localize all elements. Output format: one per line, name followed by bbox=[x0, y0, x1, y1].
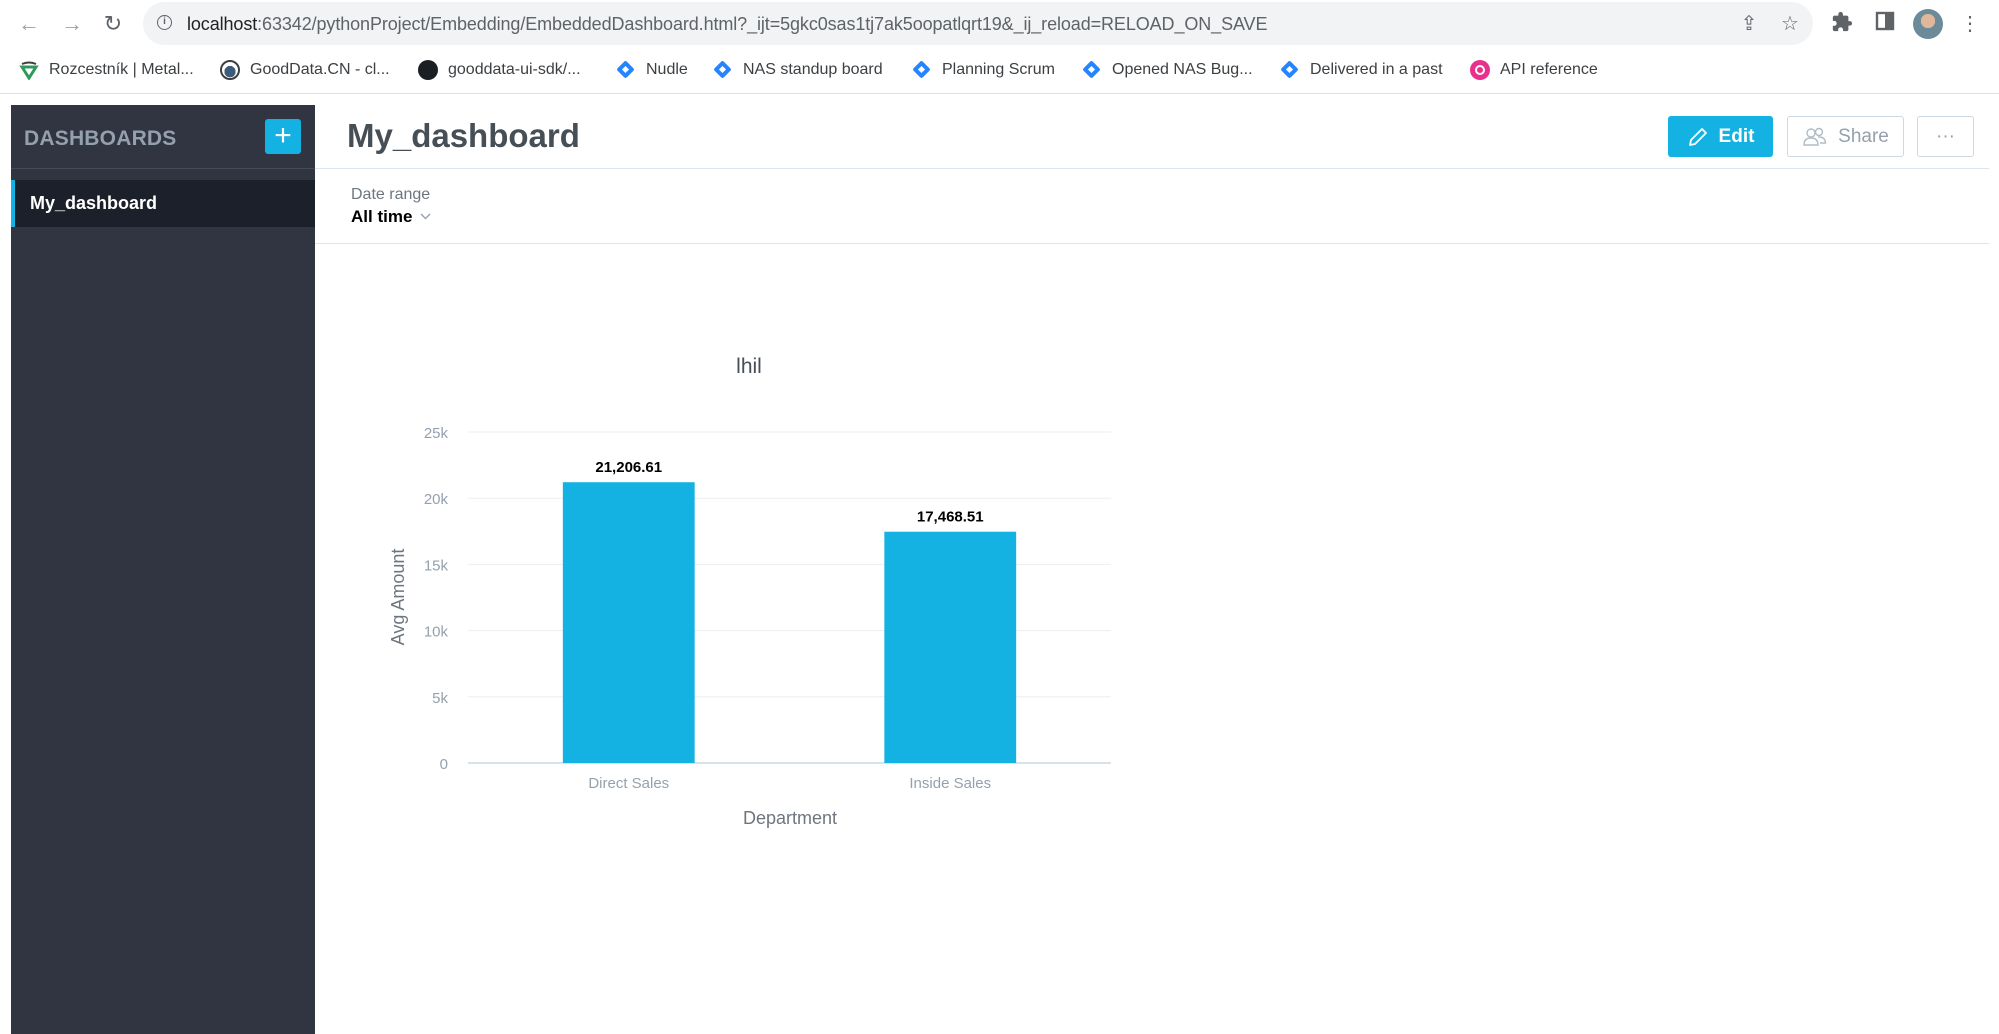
bookmark-item[interactable]: Delivered in a past bbox=[1280, 59, 1443, 81]
y-axis-ticks: 0 5k 10k 15k 20k 25k bbox=[424, 425, 449, 773]
browser-toolbar: ← → ↻ i localhost:63342/pythonProject/Em… bbox=[0, 0, 1999, 48]
forward-arrow-icon[interactable]: → bbox=[58, 10, 86, 38]
share-page-icon[interactable]: ⇪ bbox=[1737, 12, 1761, 36]
dashboard-title: My_dashboard bbox=[347, 117, 580, 155]
bookmark-item[interactable]: API reference bbox=[1470, 59, 1598, 81]
bookmark-label: Opened NAS Bug... bbox=[1112, 61, 1253, 79]
bookmark-label: GoodData.CN - cl... bbox=[250, 61, 390, 79]
y-tick-label: 0 bbox=[440, 756, 448, 773]
date-range-dropdown[interactable]: All time bbox=[351, 207, 431, 227]
bar-inside-sales bbox=[884, 532, 1016, 763]
more-options-button[interactable]: ··· bbox=[1917, 116, 1974, 157]
url-host: localhost bbox=[187, 14, 257, 34]
bookmark-item[interactable]: Rozcestník | Metal... bbox=[19, 59, 194, 81]
y-tick-label: 15k bbox=[424, 557, 449, 574]
add-dashboard-button[interactable]: + bbox=[265, 119, 301, 154]
x-axis-title: Department bbox=[743, 808, 837, 828]
y-tick-label: 5k bbox=[432, 690, 448, 707]
bookmark-item[interactable]: NAS standup board bbox=[713, 59, 883, 81]
y-tick-label: 25k bbox=[424, 425, 449, 442]
back-arrow-icon[interactable]: ← bbox=[15, 10, 43, 38]
y-axis-title: Avg Amount bbox=[388, 549, 408, 646]
profile-avatar[interactable] bbox=[1913, 9, 1943, 39]
jira-icon bbox=[1280, 60, 1300, 80]
bookmark-item[interactable]: Opened NAS Bug... bbox=[1082, 59, 1253, 81]
jira-icon bbox=[1082, 60, 1102, 80]
bookmark-item[interactable]: Planning Scrum bbox=[912, 59, 1055, 81]
x-tick-label: Direct Sales bbox=[588, 775, 669, 792]
bookmark-item[interactable]: GoodData.CN - cl... bbox=[220, 59, 390, 81]
y-tick-label: 10k bbox=[424, 624, 449, 641]
edit-button[interactable]: Edit bbox=[1668, 116, 1773, 157]
data-label: 17,468.51 bbox=[917, 509, 984, 526]
bar-direct-sales bbox=[563, 482, 695, 763]
chevron-down-icon bbox=[420, 211, 431, 223]
jira-icon bbox=[713, 60, 733, 80]
header-divider bbox=[315, 168, 1989, 169]
github-icon bbox=[418, 60, 438, 80]
url-path: :63342/pythonProject/Embedding/EmbeddedD… bbox=[257, 14, 1267, 34]
pencil-icon bbox=[1687, 126, 1709, 148]
bar-chart: lhil 05k10k15k20k25k 21,206.6117,468.51 … bbox=[315, 244, 1999, 1034]
x-axis-ticks: Direct Sales Inside Sales bbox=[588, 775, 991, 792]
chart-title: lhil bbox=[736, 355, 762, 378]
api-reference-icon bbox=[1470, 60, 1490, 80]
y-tick-label: 20k bbox=[424, 491, 449, 508]
bookmark-label: NAS standup board bbox=[743, 61, 883, 79]
x-tick-label: Inside Sales bbox=[909, 775, 991, 792]
browser-menu-icon[interactable]: ⋮ bbox=[1957, 11, 1983, 37]
bookmark-label: Rozcestník | Metal... bbox=[49, 61, 194, 79]
bookmarks-bar: Rozcestník | Metal... GoodData.CN - cl..… bbox=[0, 48, 1999, 94]
side-panel-icon[interactable] bbox=[1872, 11, 1898, 37]
site-info-icon[interactable]: i bbox=[157, 15, 172, 30]
reload-icon[interactable]: ↻ bbox=[99, 10, 127, 38]
date-range-label: Date range bbox=[351, 186, 430, 204]
users-icon bbox=[1802, 127, 1828, 147]
share-label: Share bbox=[1838, 126, 1889, 148]
bookmark-label: API reference bbox=[1500, 61, 1598, 79]
vee-shield-icon bbox=[19, 60, 39, 80]
sidebar-item-label: My_dashboard bbox=[30, 193, 157, 214]
jira-icon bbox=[616, 60, 636, 80]
selected-indicator bbox=[11, 180, 15, 227]
url-text[interactable]: localhost:63342/pythonProject/Embedding/… bbox=[187, 14, 1267, 35]
bookmark-star-icon[interactable]: ☆ bbox=[1778, 12, 1802, 36]
dashboards-sidebar: DASHBOARDS + My_dashboard bbox=[11, 105, 315, 1034]
bookmark-item[interactable]: gooddata-ui-sdk/... bbox=[418, 59, 581, 81]
date-range-value: All time bbox=[351, 207, 412, 227]
extensions-puzzle-icon[interactable] bbox=[1829, 11, 1855, 37]
sidebar-divider bbox=[11, 168, 315, 169]
edit-label: Edit bbox=[1719, 126, 1755, 148]
data-label: 21,206.61 bbox=[595, 459, 662, 476]
sidebar-title: DASHBOARDS bbox=[24, 127, 177, 151]
share-button[interactable]: Share bbox=[1787, 116, 1904, 157]
gooddata-icon bbox=[220, 60, 240, 80]
bookmark-label: gooddata-ui-sdk/... bbox=[448, 61, 581, 79]
jira-icon bbox=[912, 60, 932, 80]
sidebar-item-my-dashboard[interactable]: My_dashboard bbox=[11, 180, 315, 227]
bookmark-label: Planning Scrum bbox=[942, 61, 1055, 79]
bookmark-label: Delivered in a past bbox=[1310, 61, 1443, 79]
address-bar[interactable]: i localhost:63342/pythonProject/Embeddin… bbox=[143, 2, 1813, 45]
bookmark-label: Nudle bbox=[646, 61, 688, 79]
bookmark-item[interactable]: Nudle bbox=[616, 59, 688, 81]
